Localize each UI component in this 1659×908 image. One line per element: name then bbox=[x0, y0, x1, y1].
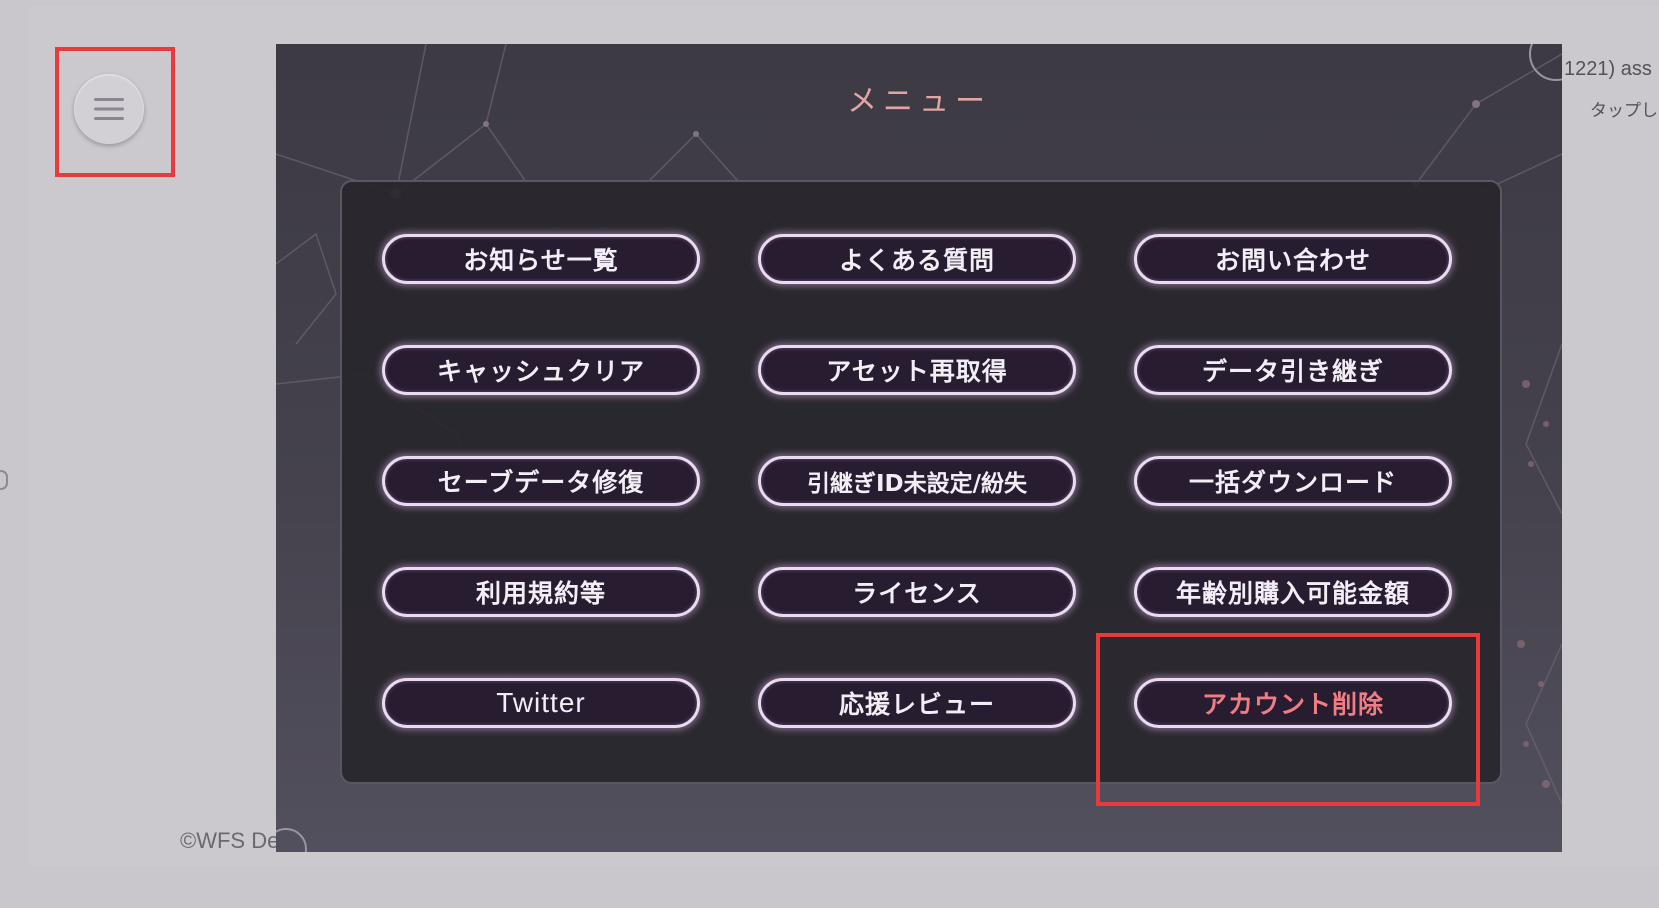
background-text-bottom: タップし bbox=[1590, 101, 1658, 121]
menu-button-grid: お知らせ一覧 よくある質問 お問い合わせ キャッシュクリア アセット再取得 デー… bbox=[340, 180, 1502, 784]
transfer-id-lost-button[interactable]: 引継ぎID未設定/紛失 bbox=[758, 456, 1076, 506]
menu-panel: メニュー お知らせ一覧 よくある質問 お問い合わせ キャッシュクリア アセット再… bbox=[276, 44, 1562, 852]
edge-indicator bbox=[0, 470, 8, 490]
data-transfer-button[interactable]: データ引き継ぎ bbox=[1134, 345, 1452, 395]
bulk-download-button[interactable]: 一括ダウンロード bbox=[1134, 456, 1452, 506]
copyright-text: ©WFS De bbox=[180, 828, 280, 853]
repair-save-data-button[interactable]: セーブデータ修復 bbox=[382, 456, 700, 506]
notices-button[interactable]: お知らせ一覧 bbox=[382, 234, 700, 284]
delete-account-button[interactable]: アカウント削除 bbox=[1134, 678, 1452, 728]
background-text-top: 1221) ass bbox=[1564, 58, 1652, 80]
clear-cache-button[interactable]: キャッシュクリア bbox=[382, 345, 700, 395]
review-button[interactable]: 応援レビュー bbox=[758, 678, 1076, 728]
terms-button[interactable]: 利用規約等 bbox=[382, 567, 700, 617]
contact-button[interactable]: お問い合わせ bbox=[1134, 234, 1452, 284]
purchase-limit-button[interactable]: 年齢別購入可能金額 bbox=[1134, 567, 1452, 617]
faq-button[interactable]: よくある質問 bbox=[758, 234, 1076, 284]
menu-toggle-button[interactable] bbox=[74, 74, 144, 144]
redownload-assets-button[interactable]: アセット再取得 bbox=[758, 345, 1076, 395]
hamburger-icon bbox=[94, 98, 124, 120]
menu-title: メニュー bbox=[847, 84, 991, 119]
twitter-button[interactable]: Twitter bbox=[382, 678, 700, 728]
license-button[interactable]: ライセンス bbox=[758, 567, 1076, 617]
screen: ©WFS De 1221) ass タップし メニュー お知らせ一覧 よくある質… bbox=[0, 0, 1659, 908]
